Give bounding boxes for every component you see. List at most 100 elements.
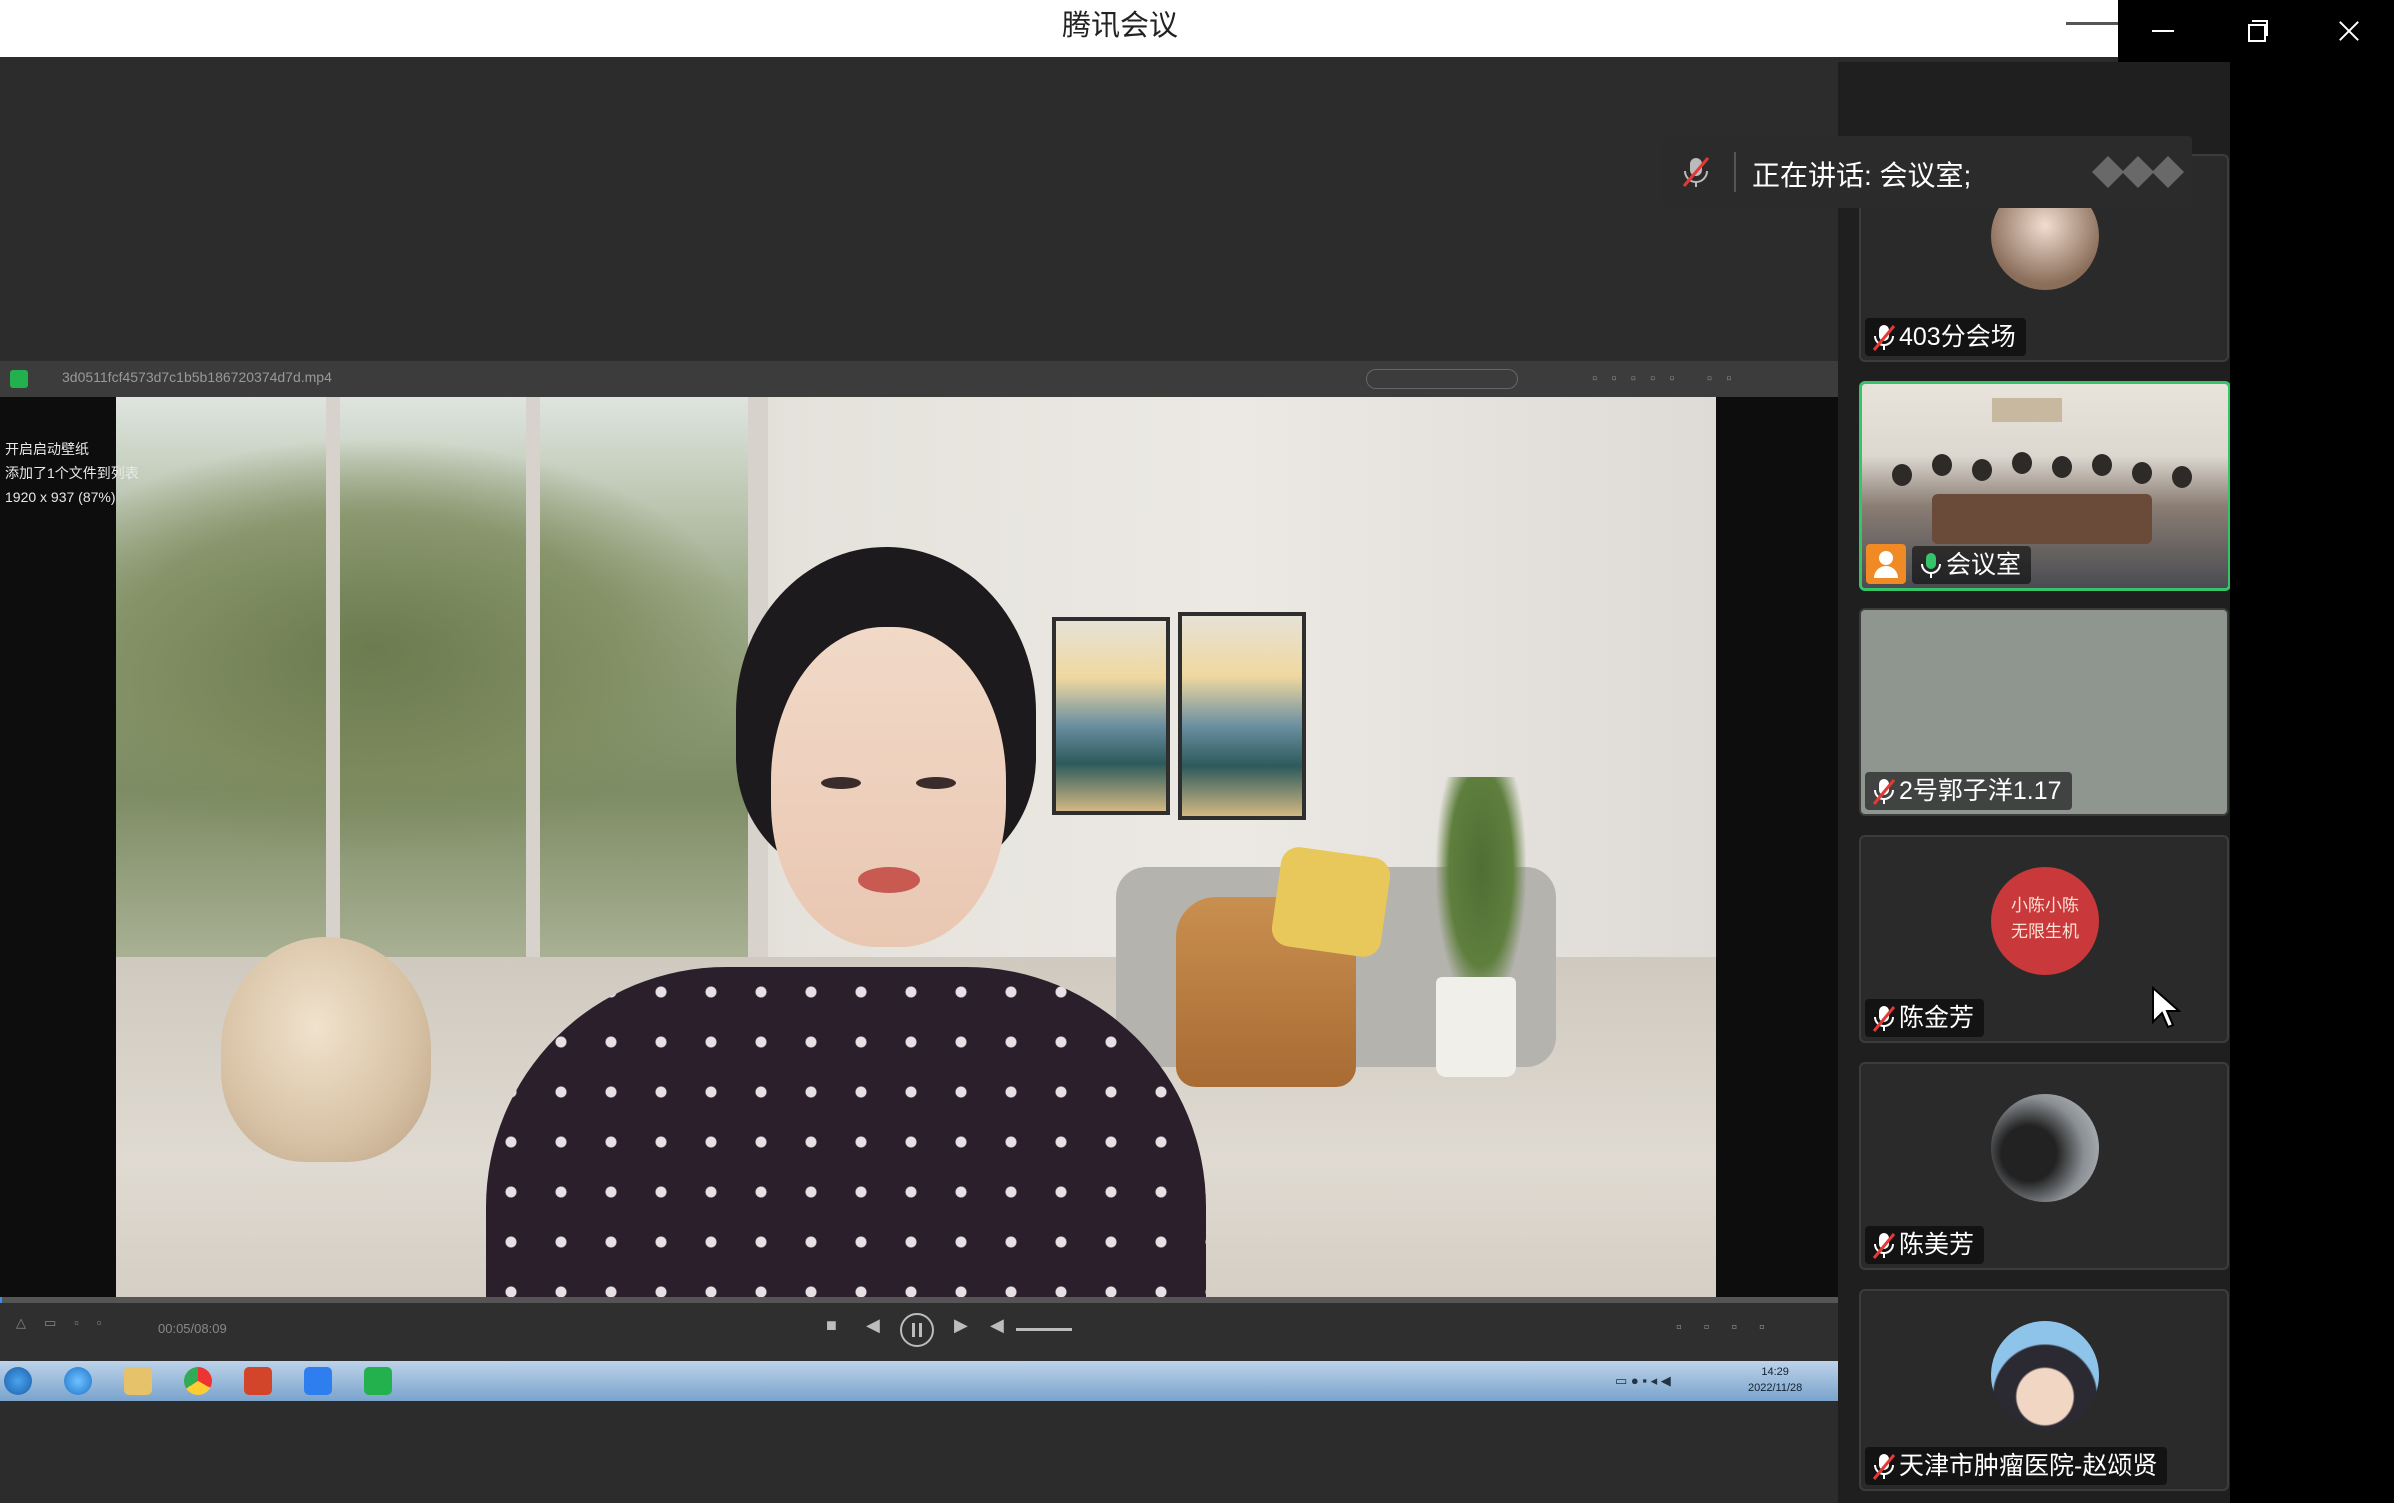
avatar bbox=[1991, 1321, 2099, 1429]
participant-label: 403分会场 bbox=[1865, 318, 2026, 356]
presenter-eye bbox=[821, 777, 861, 789]
ie-icon[interactable] bbox=[64, 1367, 92, 1395]
participant-name: 403分会场 bbox=[1899, 323, 2016, 351]
attendee bbox=[2172, 466, 2192, 488]
presenter bbox=[486, 547, 1206, 1297]
divider bbox=[1734, 152, 1736, 192]
mic-active-icon bbox=[1921, 553, 1941, 579]
folder-icon[interactable] bbox=[124, 1367, 152, 1395]
time-display: 00:05/08:09 bbox=[158, 1321, 227, 1336]
window-frame bbox=[326, 397, 340, 957]
start-icon[interactable] bbox=[4, 1367, 32, 1395]
presenter-lips bbox=[858, 867, 920, 893]
attendee bbox=[2132, 462, 2152, 484]
participant-name: 陈美芳 bbox=[1899, 1231, 1975, 1259]
clock-time: 14:29 bbox=[1761, 1366, 1789, 1378]
powerpoint-icon[interactable] bbox=[244, 1367, 272, 1395]
plant bbox=[1436, 777, 1526, 1007]
participant-label: 会议室 bbox=[1912, 546, 2032, 584]
participant-tile[interactable]: 会议室 bbox=[1859, 381, 2231, 591]
player-left-icons[interactable]: △▭▫▫ bbox=[16, 1315, 120, 1331]
mic-muted-icon bbox=[1872, 1454, 1896, 1481]
participant-name: 2号郭子洋1.17 bbox=[1899, 777, 2062, 805]
minimize-button[interactable] bbox=[2118, 0, 2210, 62]
participant-name: 天津市肿瘤医院-赵颂贤 bbox=[1899, 1452, 2158, 1480]
user-icon bbox=[1866, 544, 1906, 584]
title-bar: 腾讯会议 bbox=[0, 0, 2394, 57]
presenter-face bbox=[771, 627, 1006, 947]
participant-label: 天津市肿瘤医院-赵颂贤 bbox=[1865, 1447, 2168, 1485]
previous-icon[interactable]: ◀ bbox=[866, 1315, 880, 1336]
right-black-area bbox=[2230, 62, 2394, 1503]
avatar-text: 无限生机 bbox=[2011, 922, 2079, 941]
maximize-button[interactable] bbox=[2210, 0, 2302, 62]
participant-label: 陈美芳 bbox=[1865, 1226, 1985, 1264]
volume-slider[interactable] bbox=[1016, 1328, 1072, 1331]
tencent-meeting-icon[interactable] bbox=[304, 1367, 332, 1395]
plant-pot bbox=[1436, 977, 1516, 1077]
participant-tile[interactable]: 2号郭子洋1.17 bbox=[1859, 608, 2229, 816]
stop-icon[interactable]: ■ bbox=[826, 1315, 837, 1336]
mic-muted-icon bbox=[1872, 1006, 1896, 1033]
mic-muted-icon bbox=[1872, 325, 1896, 352]
shared-screen: 3d0511fcf4573d7c1b5b186720374d7d.mp4 ▫▫▫… bbox=[0, 361, 1838, 1401]
mouse-cursor-icon bbox=[2152, 986, 2181, 1029]
video-frame bbox=[116, 397, 1716, 1297]
participant-name: 陈金芳 bbox=[1899, 1004, 1975, 1032]
avatar: 小陈小陈 无限生机 bbox=[1991, 867, 2099, 975]
close-button[interactable] bbox=[2302, 0, 2394, 62]
seek-progress bbox=[0, 1297, 2, 1303]
mic-muted-icon bbox=[1872, 1233, 1896, 1260]
presenter-dress bbox=[486, 967, 1206, 1297]
chrome-icon[interactable] bbox=[184, 1367, 212, 1395]
participant-name: 会议室 bbox=[1946, 551, 2022, 579]
conference-table bbox=[1932, 494, 2152, 544]
next-icon[interactable]: ▶ bbox=[954, 1315, 968, 1336]
attendee bbox=[2012, 452, 2032, 474]
pillow bbox=[1269, 844, 1393, 960]
player-controls: △▭▫▫ 00:05/08:09 ■ ◀ ▶ ◀ ▫▫▫▫ bbox=[0, 1297, 1838, 1361]
pouf bbox=[221, 937, 431, 1162]
overlay-line: 开启启动壁纸 bbox=[5, 441, 89, 457]
avatar-text: 小陈小陈 bbox=[2011, 896, 2079, 915]
video-area[interactable]: 开启启动壁纸 添加了1个文件到列表 1920 x 937 (87%) bbox=[0, 397, 1838, 1297]
shared-screen-stage: 3d0511fcf4573d7c1b5b186720374d7d.mp4 ▫▫▫… bbox=[0, 57, 1838, 1503]
taskbar-clock[interactable]: 14:29 2022/11/28 bbox=[1748, 1364, 1802, 1396]
video-player-icon[interactable] bbox=[364, 1367, 392, 1395]
attendee bbox=[2052, 456, 2072, 478]
attendee bbox=[1972, 459, 1992, 481]
window-controls bbox=[2118, 0, 2394, 62]
pause-icon[interactable] bbox=[900, 1313, 934, 1347]
player-app-icon bbox=[10, 370, 28, 388]
tencent-meeting-logo-icon bbox=[2092, 156, 2184, 188]
player-right-icons[interactable]: ▫▫▫▫ bbox=[1676, 1319, 1787, 1337]
volume-icon[interactable]: ◀ bbox=[990, 1315, 1004, 1336]
overlay-line: 1920 x 937 (87%) bbox=[5, 489, 116, 505]
room-banner bbox=[1992, 398, 2062, 422]
speaking-indicator: 正在讲话: 会议室; bbox=[1662, 136, 2192, 208]
participant-label: 2号郭子洋1.17 bbox=[1865, 772, 2072, 810]
mic-muted-icon bbox=[1872, 779, 1896, 806]
player-search-box[interactable] bbox=[1366, 369, 1518, 389]
player-filename: 3d0511fcf4573d7c1b5b186720374d7d.mp4 bbox=[62, 369, 332, 385]
avatar bbox=[1991, 1094, 2099, 1202]
speaking-text: 正在讲话: 会议室; bbox=[1752, 160, 1972, 191]
collapse-button[interactable] bbox=[2066, 0, 2118, 52]
participant-label: 陈金芳 bbox=[1865, 999, 1985, 1037]
clock-date: 2022/11/28 bbox=[1748, 1382, 1803, 1394]
participant-tile[interactable]: 天津市肿瘤医院-赵颂贤 bbox=[1859, 1289, 2229, 1491]
video-overlay-text: 开启启动壁纸 添加了1个文件到列表 1920 x 937 (87%) bbox=[5, 437, 139, 509]
player-title-bar: 3d0511fcf4573d7c1b5b186720374d7d.mp4 ▫▫▫… bbox=[0, 361, 1838, 398]
mic-muted-icon[interactable] bbox=[1676, 152, 1716, 192]
participant-tile[interactable]: 陈美芳 bbox=[1859, 1062, 2229, 1270]
seek-bar[interactable] bbox=[0, 1297, 1838, 1303]
attendee bbox=[1932, 454, 1952, 476]
overlay-line: 添加了1个文件到列表 bbox=[5, 465, 139, 481]
participant-panel: 403分会场 会议室 2号郭子洋1.17 小陈小陈 无限生机 陈金芳 陈美芳 天… bbox=[1838, 62, 2231, 1503]
player-toolbar-icons[interactable]: ▫▫▫▫▫ ▫▫ bbox=[1592, 370, 1745, 387]
presenter-eye bbox=[916, 777, 956, 789]
attendee bbox=[1892, 464, 1912, 486]
window-title: 腾讯会议 bbox=[1061, 10, 1178, 42]
system-tray-icons[interactable]: ▭ ● ▪ ◂ ◀ bbox=[1615, 1373, 1671, 1389]
windows-taskbar: ▭ ● ▪ ◂ ◀ 14:29 2022/11/28 bbox=[0, 1361, 1838, 1401]
